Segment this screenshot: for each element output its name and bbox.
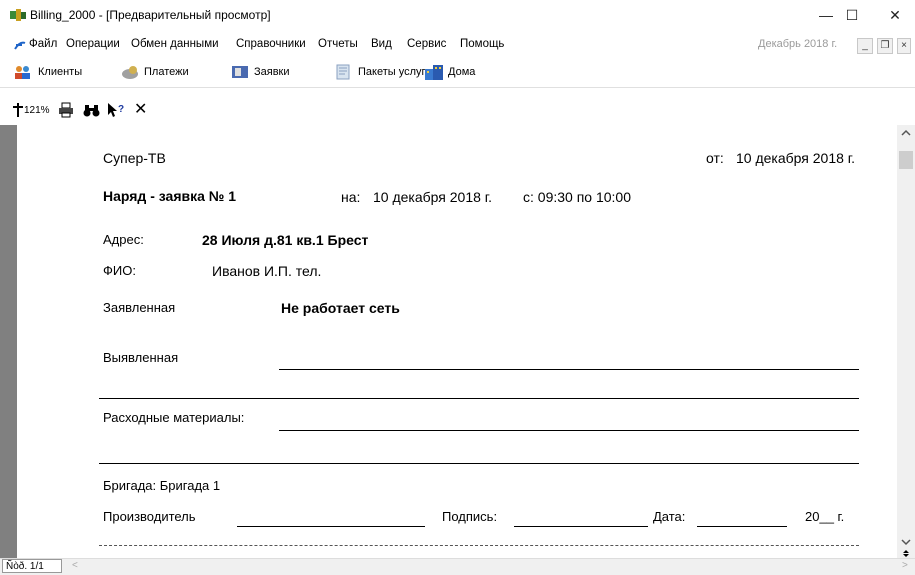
declared-label: Заявленная xyxy=(103,300,176,315)
preview-toolbar: 121% ? ✕ xyxy=(0,98,915,122)
producer-line xyxy=(237,526,425,527)
brigade-label: Бригада: Бригада 1 xyxy=(103,478,221,493)
menu-view[interactable]: Вид xyxy=(371,38,392,50)
main-toolbar: Клиенты Платежи Заявки Пакеты услуг Дома xyxy=(0,57,915,88)
materials-line xyxy=(279,430,859,431)
menu-data-exchange[interactable]: Обмен данными xyxy=(131,38,219,50)
page-indicator: Ñòð. 1/1 xyxy=(2,559,62,573)
scroll-up-icon[interactable] xyxy=(900,128,912,138)
binoculars-icon[interactable] xyxy=(83,102,101,118)
horizontal-scrollbar[interactable] xyxy=(0,558,915,575)
scroll-left-icon[interactable]: < xyxy=(72,560,78,571)
time-range: с: 09:30 по 10:00 xyxy=(523,189,631,205)
houses-button[interactable]: Дома xyxy=(424,63,475,81)
date-sign-line xyxy=(697,526,787,527)
houses-label: Дома xyxy=(448,66,476,78)
menu-operations[interactable]: Операции xyxy=(66,38,120,50)
mdi-child-icon xyxy=(14,41,26,50)
year-suffix: 20__ г. xyxy=(805,509,845,524)
producer-label: Производитель xyxy=(103,509,196,524)
date-sign-label: Дата: xyxy=(653,509,686,524)
zoom-icon xyxy=(13,103,23,118)
scroll-right-icon[interactable]: > xyxy=(902,560,908,571)
svg-text:?: ? xyxy=(118,104,124,115)
payments-label: Платежи xyxy=(144,66,189,78)
date-label: от: xyxy=(706,150,724,166)
packages-icon xyxy=(336,64,350,80)
on-label: на: xyxy=(341,189,361,205)
address-value: 28 Июля д.81 кв.1 Брест xyxy=(202,232,369,248)
scroll-down-icon[interactable] xyxy=(900,537,912,547)
page-spin-icon[interactable] xyxy=(900,549,912,558)
houses-icon xyxy=(425,65,443,81)
help-cursor-icon[interactable]: ? xyxy=(107,102,125,118)
app-icon xyxy=(10,9,26,21)
found-line-2 xyxy=(99,398,859,399)
clients-icon xyxy=(15,66,30,80)
mdi-close-button[interactable]: × xyxy=(897,38,911,54)
scroll-thumb[interactable] xyxy=(899,151,913,169)
mdi-restore-button[interactable]: ❐ xyxy=(877,38,893,54)
packages-label: Пакеты услуг xyxy=(358,66,426,78)
address-label: Адрес: xyxy=(103,232,144,247)
close-preview-icon[interactable]: ✕ xyxy=(134,102,147,118)
clients-label: Клиенты xyxy=(38,66,83,78)
zoom-label: 121% xyxy=(24,105,50,116)
menu-directories[interactable]: Справочники xyxy=(236,38,306,50)
print-icon[interactable] xyxy=(58,102,74,118)
payments-icon xyxy=(122,66,138,80)
menu-reports[interactable]: Отчеты xyxy=(318,38,358,50)
requests-label: Заявки xyxy=(254,66,290,78)
window-title: Billing_2000 - [Предварительный просмотр… xyxy=(30,8,271,22)
menu-help[interactable]: Помощь xyxy=(460,38,504,50)
payments-button[interactable]: Платежи xyxy=(120,63,189,81)
found-line xyxy=(279,369,859,370)
maximize-button[interactable]: ☐ xyxy=(837,4,867,26)
found-label: Выявленная xyxy=(103,350,179,365)
requests-button[interactable]: Заявки xyxy=(230,63,290,81)
order-title: Наряд - заявка № 1 xyxy=(103,188,237,204)
close-button[interactable]: ✕ xyxy=(880,4,910,26)
signature-line xyxy=(514,526,648,527)
company-name: Супер-ТВ xyxy=(103,150,166,166)
signature-label: Подпись: xyxy=(442,509,498,524)
menu-service[interactable]: Сервис xyxy=(407,38,446,50)
report-page: Супер-ТВ от: 10 декабря 2018 г. Наряд - … xyxy=(17,125,897,558)
service-packages-button[interactable]: Пакеты услуг xyxy=(334,63,426,81)
title-bar: Billing_2000 - [Предварительный просмотр… xyxy=(0,0,915,30)
requests-icon xyxy=(232,66,248,79)
clients-button[interactable]: Клиенты xyxy=(14,63,82,81)
materials-label: Расходные материалы: xyxy=(103,410,245,425)
period-label: Декабрь 2018 г. xyxy=(758,38,838,50)
menu-bar: Файл Операции Обмен данными Справочники … xyxy=(0,35,915,55)
fio-value: Иванов И.П. тел. xyxy=(212,263,322,279)
on-date: 10 декабря 2018 г. xyxy=(373,189,493,205)
materials-line-2 xyxy=(99,463,859,464)
vertical-scrollbar[interactable] xyxy=(897,125,915,558)
menu-file[interactable]: Файл xyxy=(29,38,57,50)
mdi-minimize-button[interactable]: _ xyxy=(857,38,873,54)
page-cut-line xyxy=(99,545,859,546)
report-date: 10 декабря 2018 г. xyxy=(736,150,856,166)
zoom-button[interactable]: 121% xyxy=(12,102,50,118)
declared-value: Не работает сеть xyxy=(281,300,400,316)
fio-label: ФИО: xyxy=(103,263,136,278)
